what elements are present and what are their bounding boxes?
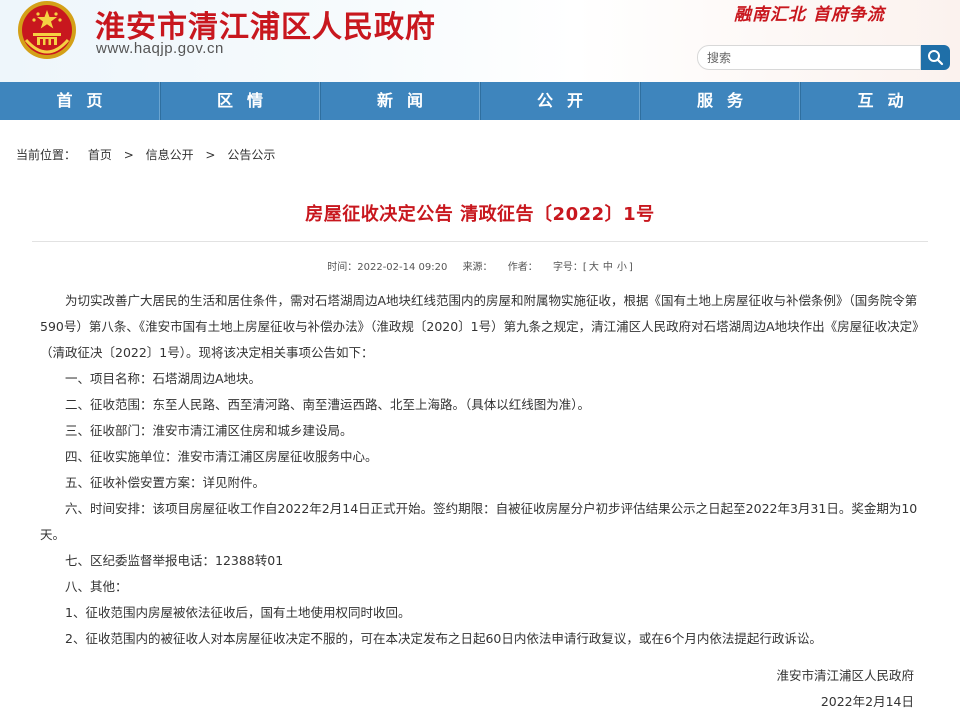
site-slogan: 融南汇北 首府争流 bbox=[734, 5, 885, 25]
nav-item-district-info[interactable]: 区情 bbox=[160, 82, 320, 120]
main-nav: 首页 区情 新闻 公开 服务 互动 bbox=[0, 82, 960, 120]
article-paragraph: 1、征收范围内房屋被依法征收后，国有土地使用权同时收回。 bbox=[65, 605, 411, 620]
font-size-end: ] bbox=[628, 262, 633, 273]
font-size-large[interactable]: 大 bbox=[589, 262, 599, 273]
article-signature: 淮安市清江浦区人民政府 bbox=[776, 668, 914, 683]
nav-item-news[interactable]: 新闻 bbox=[320, 82, 480, 120]
nav-item-public[interactable]: 公开 bbox=[480, 82, 640, 120]
article-paragraph: 七、区纪委监督举报电话：12388转01 bbox=[65, 553, 284, 568]
article-meta: 时间：2022-02-14 09:20 来源： 作者： 字号：[大中小] bbox=[0, 258, 960, 273]
article-paragraph: 四、征收实施单位：淮安市清江浦区房屋征收服务中心。 bbox=[65, 449, 378, 464]
breadcrumb-separator: > bbox=[205, 148, 216, 162]
article-paragraph: 二、征收范围：东至人民路、西至清河路、南至漕运西路、北至上海路。（具体以红线图为… bbox=[65, 397, 591, 412]
article-paragraph: 2、征收范围内的被征收人对本房屋征收决定不服的，可在本决定发布之日起60日内依法… bbox=[65, 631, 822, 646]
site-header: 淮安市清江浦区人民政府 www.haqjp.gov.cn 融南汇北 首府争流 bbox=[0, 0, 960, 82]
article-paragraph: 三、征收部门：淮安市清江浦区住房和城乡建设局。 bbox=[65, 423, 353, 438]
breadcrumb-home[interactable]: 首页 bbox=[88, 148, 112, 162]
breadcrumb-prefix: 当前位置： bbox=[16, 148, 77, 162]
article-title: 房屋征收决定公告 清政征告〔2022〕1号 bbox=[305, 204, 655, 225]
font-size-label: 字号：[ bbox=[552, 262, 587, 273]
title-divider bbox=[32, 241, 928, 242]
search-button[interactable] bbox=[921, 45, 950, 70]
site-url: www.haqjp.gov.cn bbox=[96, 40, 224, 57]
font-size-switcher: 字号：[大中小] bbox=[553, 262, 633, 273]
article-date: 2022年2月14日 bbox=[820, 694, 914, 709]
article-body: 为切实改善广大居民的生活和居住条件，需对石塔湖周边A地块红线范围内的房屋和附属物… bbox=[40, 288, 920, 652]
nav-item-home[interactable]: 首页 bbox=[0, 82, 160, 120]
nav-item-services[interactable]: 服务 bbox=[640, 82, 800, 120]
article-paragraph: 一、项目名称：石塔湖周边A地块。 bbox=[65, 371, 262, 386]
breadcrumb-separator: > bbox=[123, 148, 134, 162]
breadcrumb: 当前位置： 首页 > 信息公开 > 公告公示 bbox=[16, 146, 283, 163]
breadcrumb-info-public[interactable]: 信息公开 bbox=[146, 148, 194, 162]
article-author: 作者： bbox=[507, 262, 538, 273]
search-input[interactable] bbox=[697, 45, 921, 70]
national-emblem-icon bbox=[18, 1, 76, 59]
article-paragraph: 八、其他： bbox=[65, 579, 128, 594]
article-paragraph: 五、征收补偿安置方案：详见附件。 bbox=[65, 475, 266, 490]
article-paragraph: 为切实改善广大居民的生活和居住条件，需对石塔湖周边A地块红线范围内的房屋和附属物… bbox=[40, 293, 919, 360]
publish-time: 时间：2022-02-14 09:20 bbox=[327, 262, 448, 273]
search-icon bbox=[928, 50, 944, 66]
article-source: 来源： bbox=[462, 262, 493, 273]
nav-item-interaction[interactable]: 互动 bbox=[800, 82, 960, 120]
font-size-small[interactable]: 小 bbox=[617, 262, 627, 273]
article-paragraph: 六、时间安排：该项目房屋征收工作自2022年2月14日正式开始。签约期限：自被征… bbox=[40, 501, 918, 542]
font-size-medium[interactable]: 中 bbox=[603, 262, 613, 273]
breadcrumb-announcements[interactable]: 公告公示 bbox=[227, 148, 275, 162]
